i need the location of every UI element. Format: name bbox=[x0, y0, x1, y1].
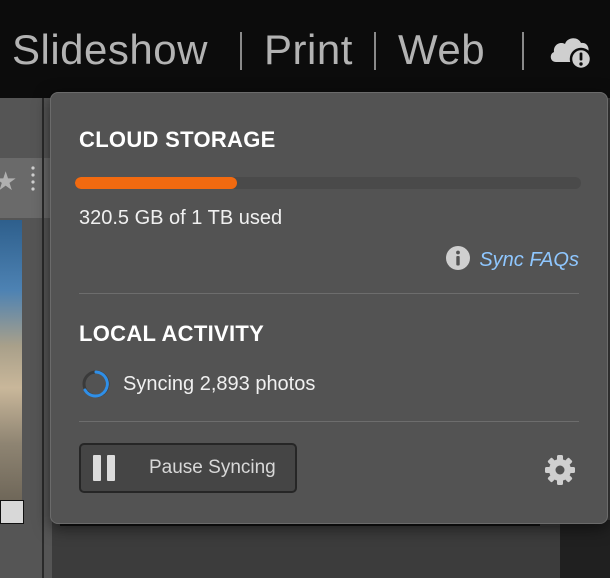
star-icon[interactable]: ★ bbox=[0, 166, 17, 197]
module-separator bbox=[374, 32, 376, 70]
background-right-area bbox=[560, 520, 610, 578]
info-icon bbox=[445, 245, 471, 276]
photo-badge bbox=[0, 500, 24, 524]
cloud-sync-popover: CLOUD STORAGE 320.5 GB of 1 TB used Sync… bbox=[50, 92, 608, 524]
cloud-alert-icon[interactable] bbox=[548, 32, 594, 71]
sync-faqs-link[interactable]: Sync FAQs bbox=[445, 245, 579, 276]
module-web[interactable]: Web bbox=[398, 24, 485, 76]
pause-icon bbox=[93, 455, 119, 481]
cloud-storage-title: CLOUD STORAGE bbox=[79, 127, 276, 152]
local-activity-title: LOCAL ACTIVITY bbox=[79, 321, 265, 346]
sync-faqs-label: Sync FAQs bbox=[479, 249, 579, 271]
panel-divider bbox=[60, 524, 540, 526]
module-separator bbox=[522, 32, 524, 70]
module-bar: Slideshow Print Web bbox=[0, 0, 610, 98]
storage-usage-text: 320.5 GB of 1 TB used bbox=[79, 207, 283, 229]
panel-divider bbox=[42, 98, 44, 578]
module-slideshow[interactable]: Slideshow bbox=[12, 24, 208, 76]
gear-icon[interactable] bbox=[543, 453, 577, 487]
photo-thumbnail[interactable] bbox=[0, 220, 22, 500]
storage-progress-bar bbox=[75, 177, 581, 189]
vertical-dots-icon[interactable] bbox=[30, 164, 36, 194]
pause-syncing-label: Pause Syncing bbox=[149, 457, 276, 478]
sync-spinner-icon bbox=[81, 369, 111, 399]
sync-status-row: Syncing 2,893 photos bbox=[81, 369, 315, 399]
sync-status-text: Syncing 2,893 photos bbox=[123, 372, 316, 395]
section-divider bbox=[79, 293, 579, 294]
module-print[interactable]: Print bbox=[264, 24, 353, 76]
module-separator bbox=[240, 32, 242, 70]
storage-progress-fill bbox=[75, 177, 237, 189]
section-divider bbox=[79, 421, 579, 422]
pause-syncing-button[interactable]: Pause Syncing bbox=[79, 443, 297, 493]
